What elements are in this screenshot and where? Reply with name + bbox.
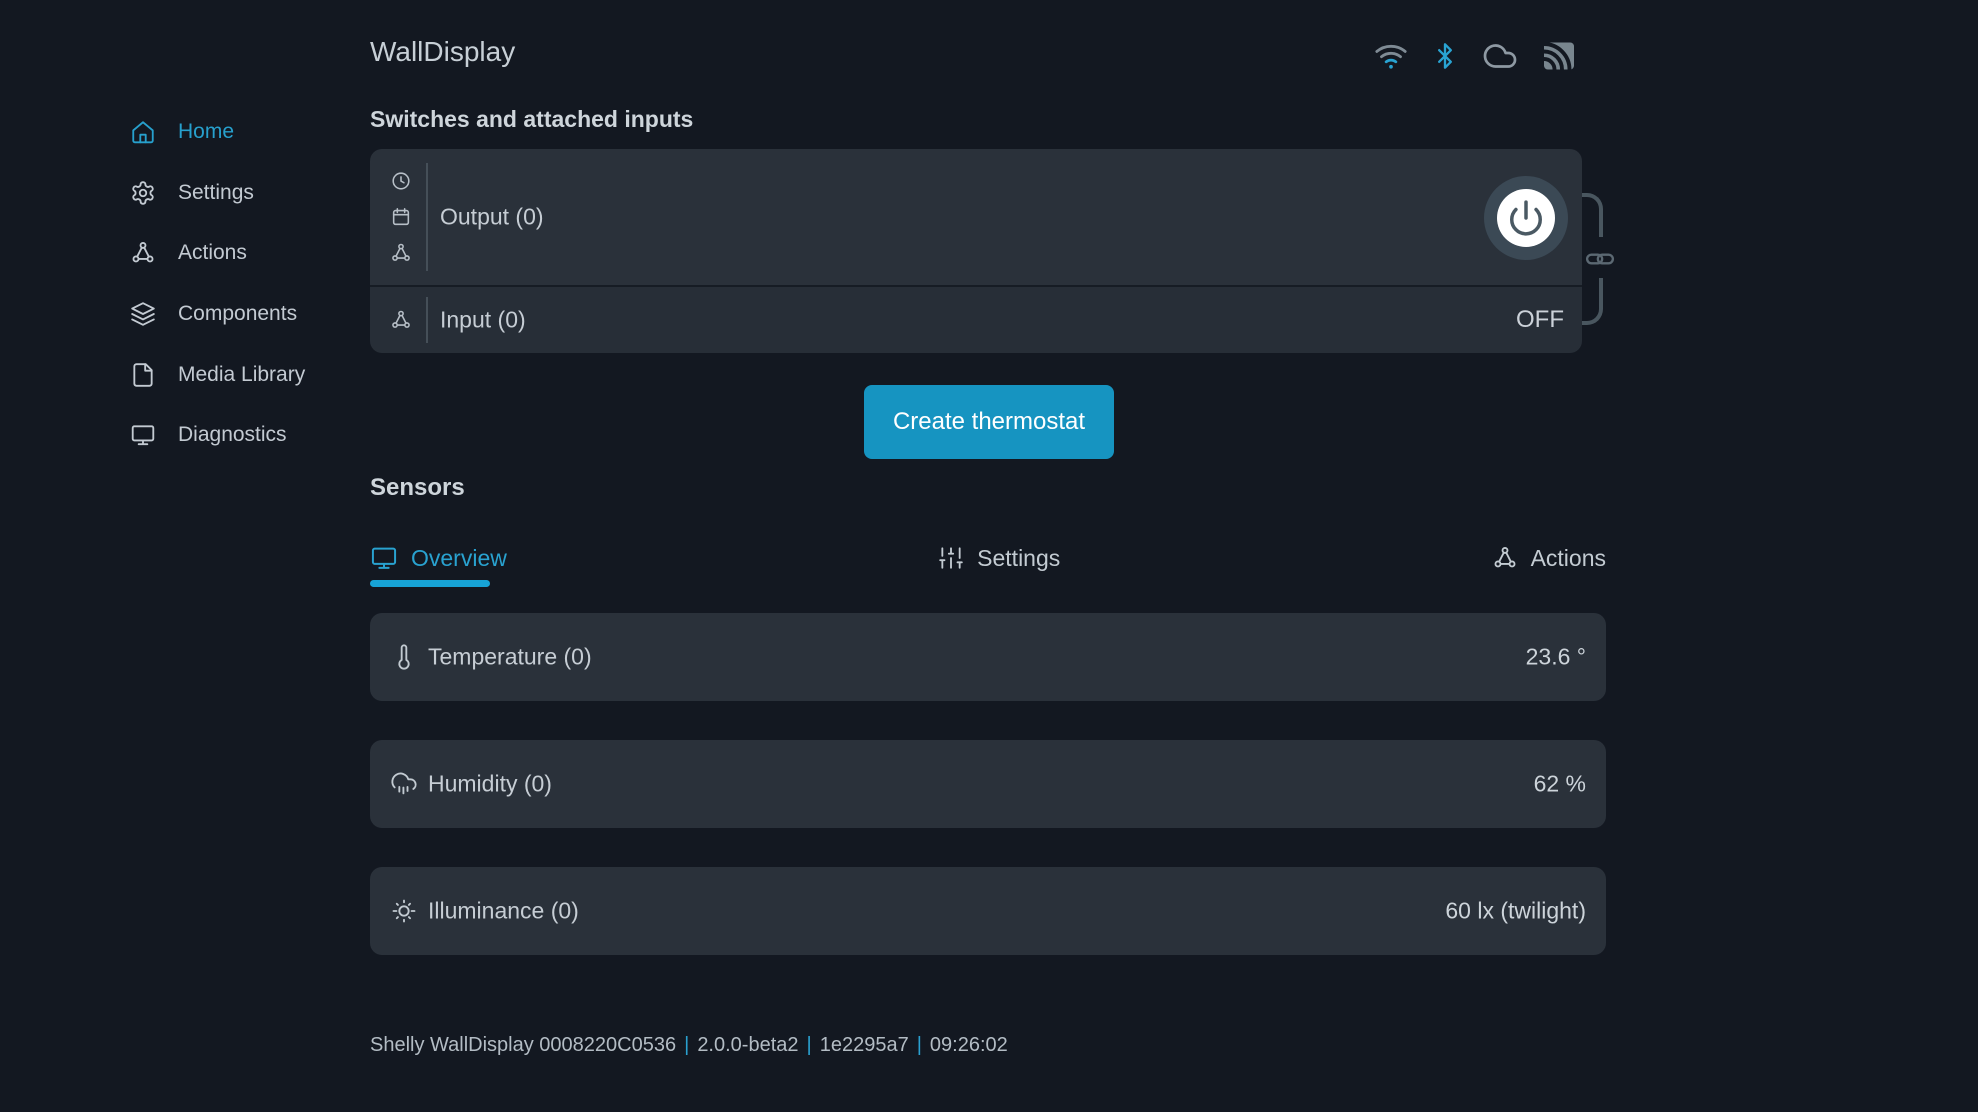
sensor-label: Illuminance (0) xyxy=(428,898,579,925)
humidity-icon xyxy=(390,770,418,798)
cloud-icon xyxy=(1482,38,1518,74)
sidebar-item-label: Settings xyxy=(178,181,254,205)
switches-heading: Switches and attached inputs xyxy=(370,106,693,133)
sensor-row-temperature[interactable]: Temperature (0) 23.6 ° xyxy=(370,613,1606,701)
footer-separator: | xyxy=(807,1034,812,1056)
footer-build: 1e2295a7 xyxy=(820,1034,909,1056)
footer-version: 2.0.0-beta2 xyxy=(697,1034,798,1056)
calendar-icon xyxy=(390,206,414,228)
sidebar-item-label: Actions xyxy=(178,241,247,265)
input-row[interactable]: Input (0) OFF xyxy=(370,285,1582,353)
sensor-label: Temperature (0) xyxy=(428,644,592,671)
sidebar-item-diagnostics[interactable]: Diagnostics xyxy=(0,405,370,465)
actions-icon xyxy=(390,309,414,331)
sensor-value: 62 % xyxy=(1534,771,1586,798)
footer-device: Shelly WallDisplay 0008220C0536 xyxy=(370,1034,676,1056)
input-divider xyxy=(426,297,428,343)
input-label: Input (0) xyxy=(440,307,526,334)
sensor-row-humidity[interactable]: Humidity (0) 62 % xyxy=(370,740,1606,828)
sensor-row-illuminance[interactable]: Illuminance (0) 60 lx (twilight) xyxy=(370,867,1606,955)
output-divider xyxy=(426,163,428,271)
sidebar-item-label: Media Library xyxy=(178,363,305,387)
tab-actions[interactable]: Actions xyxy=(1492,545,1606,572)
sidebar: Home Settings Actions Components Media L… xyxy=(0,0,370,1112)
sidebar-item-label: Components xyxy=(178,302,297,326)
active-tab-underline xyxy=(370,580,490,587)
cast-icon xyxy=(1541,38,1577,74)
power-icon xyxy=(1497,189,1555,247)
actions-icon xyxy=(130,240,156,266)
tab-settings[interactable]: Settings xyxy=(938,545,1060,572)
clock-icon xyxy=(390,170,414,192)
tab-label: Settings xyxy=(977,545,1060,572)
tab-overview[interactable]: Overview xyxy=(370,544,507,572)
switches-panel: Output (0) Input (0) OFF xyxy=(370,149,1582,353)
page-title: WallDisplay xyxy=(370,36,515,68)
link-bracket-bottom xyxy=(1582,278,1603,325)
illuminance-icon xyxy=(390,897,418,925)
output-row[interactable]: Output (0) xyxy=(370,149,1582,285)
sidebar-item-components[interactable]: Components xyxy=(0,284,370,344)
tab-label: Actions xyxy=(1531,545,1606,572)
layers-icon xyxy=(130,301,156,327)
create-thermostat-button[interactable]: Create thermostat xyxy=(864,385,1114,459)
footer-separator: | xyxy=(684,1034,689,1056)
sensors-tabs: Overview Settings Actions xyxy=(370,538,1606,578)
sliders-icon xyxy=(938,545,964,571)
sensors-heading: Sensors xyxy=(370,474,465,502)
monitor-icon xyxy=(130,422,156,448)
sidebar-item-label: Home xyxy=(178,120,234,144)
footer-time: 09:26:02 xyxy=(930,1034,1008,1056)
status-icons xyxy=(1374,38,1577,74)
actions-icon xyxy=(1492,545,1518,571)
sidebar-item-actions[interactable]: Actions xyxy=(0,223,370,283)
file-icon xyxy=(130,362,156,388)
sensor-value: 60 lx (twilight) xyxy=(1445,898,1586,925)
sidebar-item-media-library[interactable]: Media Library xyxy=(0,345,370,405)
gear-icon xyxy=(130,180,156,206)
link-bracket-top xyxy=(1582,193,1603,237)
output-mini-icons xyxy=(390,149,414,285)
sensor-value: 23.6 ° xyxy=(1526,644,1586,671)
sidebar-item-label: Diagnostics xyxy=(178,423,287,447)
actions-icon xyxy=(390,242,414,264)
sensor-label: Humidity (0) xyxy=(428,771,552,798)
home-icon xyxy=(130,119,156,145)
sidebar-item-settings[interactable]: Settings xyxy=(0,163,370,223)
power-button[interactable] xyxy=(1484,176,1568,260)
input-state: OFF xyxy=(1516,306,1564,334)
sidebar-item-home[interactable]: Home xyxy=(0,102,370,162)
monitor-icon xyxy=(370,544,398,572)
output-label: Output (0) xyxy=(440,204,544,231)
link-icon xyxy=(1585,249,1615,269)
wifi-icon xyxy=(1374,39,1408,73)
bluetooth-icon xyxy=(1431,40,1459,72)
thermometer-icon xyxy=(390,643,418,671)
device-info-footer: Shelly WallDisplay 0008220C0536 | 2.0.0-be… xyxy=(370,1034,1008,1057)
tab-label: Overview xyxy=(411,545,507,572)
input-mini-icons xyxy=(390,287,414,353)
footer-separator: | xyxy=(917,1034,922,1056)
